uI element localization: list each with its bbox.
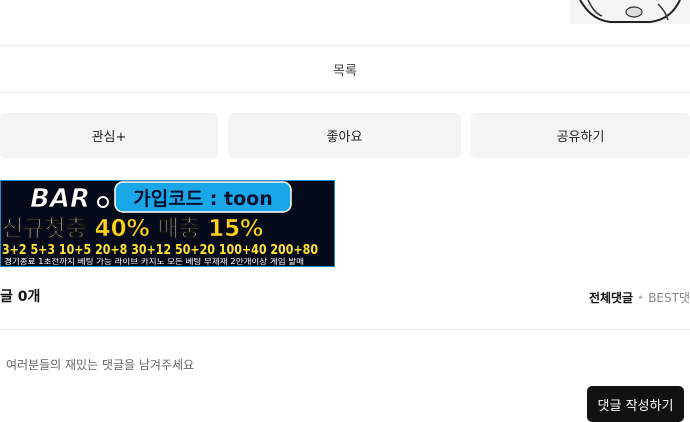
banner-logo: BAR <box>30 184 90 214</box>
banner-fine-print: 경기종료 1초전까지 베팅 가능 라이브 카지노 모든 베팅 무제재 2만개이상… <box>4 256 304 266</box>
banner-code-label: 가입코드 : toon <box>133 188 272 210</box>
divider <box>0 329 690 330</box>
interest-button[interactable]: 관심+ <box>0 113 218 158</box>
divider <box>0 92 690 93</box>
banner-headline: 신규첫충 40% 매충 15% <box>2 216 263 242</box>
ad-banner-graphic: BAR 가입코드 : toon 신규첫충 40% 매충 15% 3+2 5+3 … <box>0 180 335 267</box>
sort-separator: • <box>637 291 645 305</box>
comment-input-placeholder: 여러분들의 재밌는 댓글을 남겨주세요 <box>6 358 195 372</box>
comment-sort-tabs: 전체댓글 • BEST댓 <box>589 289 690 306</box>
share-button[interactable]: 공유하기 <box>471 113 690 158</box>
write-comment-button-label: 댓글 작성하기 <box>597 398 674 414</box>
comment-input[interactable]: 여러분들의 재밌는 댓글을 남겨주세요 <box>6 356 194 373</box>
sort-best-comments[interactable]: BEST댓 <box>648 291 690 305</box>
sort-all-comments[interactable]: 전체댓글 <box>589 291 633 305</box>
share-button-label: 공유하기 <box>556 130 605 145</box>
like-button[interactable]: 좋아요 <box>228 113 461 158</box>
banner-bonus-list: 3+2 5+3 10+5 20+8 30+12 50+20 100+40 200… <box>2 243 318 258</box>
comment-count-title: 글 0개 <box>0 289 41 305</box>
write-comment-button[interactable]: 댓글 작성하기 <box>587 386 684 422</box>
list-button-label: 목록 <box>333 63 357 79</box>
interest-button-label: 관심+ <box>91 130 127 145</box>
ad-banner[interactable]: BAR 가입코드 : toon 신규첫충 40% 매충 15% 3+2 5+3 … <box>0 180 335 267</box>
post-image-thumbnail <box>570 0 690 24</box>
list-button[interactable]: 목록 <box>0 46 690 92</box>
like-button-label: 좋아요 <box>326 130 363 145</box>
